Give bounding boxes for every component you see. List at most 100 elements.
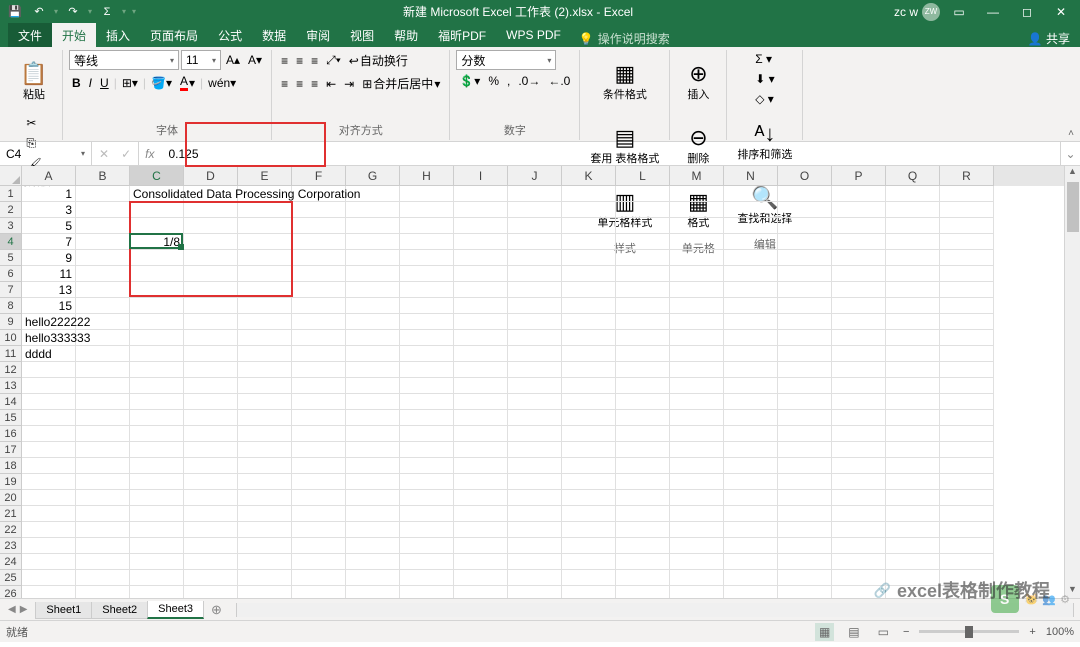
- cell-D20[interactable]: [184, 490, 238, 506]
- zoom-out-icon[interactable]: −: [903, 626, 909, 638]
- cell-A15[interactable]: [22, 410, 76, 426]
- column-header-I[interactable]: I: [454, 166, 508, 186]
- cell-E2[interactable]: [238, 202, 292, 218]
- cell-J17[interactable]: [508, 442, 562, 458]
- row-header-3[interactable]: 3: [0, 218, 22, 234]
- cell-I3[interactable]: [454, 218, 508, 234]
- cell-B4[interactable]: [76, 234, 130, 250]
- cell-G22[interactable]: [346, 522, 400, 538]
- cell-N22[interactable]: [724, 522, 778, 538]
- cell-D3[interactable]: [184, 218, 238, 234]
- decrease-decimal-icon[interactable]: ←.0: [545, 72, 573, 90]
- cell-Q5[interactable]: [886, 250, 940, 266]
- cell-B26[interactable]: [76, 586, 130, 598]
- cell-D6[interactable]: [184, 266, 238, 282]
- cell-N25[interactable]: [724, 570, 778, 586]
- cell-B17[interactable]: [76, 442, 130, 458]
- cell-K15[interactable]: [562, 410, 616, 426]
- cell-N26[interactable]: [724, 586, 778, 598]
- cell-E15[interactable]: [238, 410, 292, 426]
- cell-O17[interactable]: [778, 442, 832, 458]
- cell-J21[interactable]: [508, 506, 562, 522]
- cell-A8[interactable]: 15: [22, 298, 76, 314]
- cell-E5[interactable]: [238, 250, 292, 266]
- increase-indent-icon[interactable]: ⇥: [341, 75, 357, 93]
- cell-K19[interactable]: [562, 474, 616, 490]
- italic-button[interactable]: I: [86, 74, 95, 92]
- cell-F22[interactable]: [292, 522, 346, 538]
- cell-B3[interactable]: [76, 218, 130, 234]
- sheet-nav-next-icon[interactable]: ▶: [20, 604, 28, 615]
- cell-E18[interactable]: [238, 458, 292, 474]
- cell-H20[interactable]: [400, 490, 454, 506]
- cell-J26[interactable]: [508, 586, 562, 598]
- cell-E7[interactable]: [238, 282, 292, 298]
- cell-P15[interactable]: [832, 410, 886, 426]
- cell-O2[interactable]: [778, 202, 832, 218]
- cell-M4[interactable]: [670, 234, 724, 250]
- column-header-P[interactable]: P: [832, 166, 886, 186]
- row-header-17[interactable]: 17: [0, 442, 22, 458]
- cell-R16[interactable]: [940, 426, 994, 442]
- row-header-26[interactable]: 26: [0, 586, 22, 598]
- minimize-icon[interactable]: —: [978, 1, 1008, 23]
- cell-A7[interactable]: 13: [22, 282, 76, 298]
- cell-I1[interactable]: [454, 186, 508, 202]
- cell-P8[interactable]: [832, 298, 886, 314]
- cell-F21[interactable]: [292, 506, 346, 522]
- cell-F3[interactable]: [292, 218, 346, 234]
- cell-N24[interactable]: [724, 554, 778, 570]
- cell-L8[interactable]: [616, 298, 670, 314]
- cell-L5[interactable]: [616, 250, 670, 266]
- cell-K26[interactable]: [562, 586, 616, 598]
- cell-O20[interactable]: [778, 490, 832, 506]
- cell-M3[interactable]: [670, 218, 724, 234]
- cell-M5[interactable]: [670, 250, 724, 266]
- cell-G7[interactable]: [346, 282, 400, 298]
- enter-formula-icon[interactable]: ✓: [118, 147, 134, 161]
- cell-K4[interactable]: [562, 234, 616, 250]
- cell-J22[interactable]: [508, 522, 562, 538]
- cell-N16[interactable]: [724, 426, 778, 442]
- cell-L14[interactable]: [616, 394, 670, 410]
- sheet-tab-2[interactable]: Sheet2: [91, 602, 148, 619]
- cell-I13[interactable]: [454, 378, 508, 394]
- cell-F7[interactable]: [292, 282, 346, 298]
- column-header-R[interactable]: R: [940, 166, 994, 186]
- cell-L21[interactable]: [616, 506, 670, 522]
- cell-G18[interactable]: [346, 458, 400, 474]
- column-header-M[interactable]: M: [670, 166, 724, 186]
- fx-label[interactable]: fx: [139, 142, 160, 165]
- row-header-21[interactable]: 21: [0, 506, 22, 522]
- cell-O12[interactable]: [778, 362, 832, 378]
- cell-F19[interactable]: [292, 474, 346, 490]
- row-header-15[interactable]: 15: [0, 410, 22, 426]
- cell-K2[interactable]: [562, 202, 616, 218]
- column-header-Q[interactable]: Q: [886, 166, 940, 186]
- cell-I10[interactable]: [454, 330, 508, 346]
- user-avatar[interactable]: ZW: [922, 3, 940, 21]
- zoom-level[interactable]: 100%: [1046, 626, 1074, 638]
- vertical-scrollbar[interactable]: ▲ ▼: [1064, 166, 1080, 598]
- sort-filter-button[interactable]: ᴬ↓排序和筛选: [733, 110, 796, 172]
- cell-R7[interactable]: [940, 282, 994, 298]
- cell-D8[interactable]: [184, 298, 238, 314]
- cell-K9[interactable]: [562, 314, 616, 330]
- cell-I20[interactable]: [454, 490, 508, 506]
- cell-Q3[interactable]: [886, 218, 940, 234]
- cell-I25[interactable]: [454, 570, 508, 586]
- cell-I14[interactable]: [454, 394, 508, 410]
- cell-E6[interactable]: [238, 266, 292, 282]
- redo-icon[interactable]: ↷: [62, 1, 84, 23]
- cell-E26[interactable]: [238, 586, 292, 598]
- cell-N17[interactable]: [724, 442, 778, 458]
- column-header-G[interactable]: G: [346, 166, 400, 186]
- row-header-24[interactable]: 24: [0, 554, 22, 570]
- percent-format-icon[interactable]: %: [485, 72, 502, 90]
- cell-I9[interactable]: [454, 314, 508, 330]
- insert-cells-button[interactable]: ⊕插入: [676, 50, 720, 112]
- cell-L19[interactable]: [616, 474, 670, 490]
- cell-G9[interactable]: [346, 314, 400, 330]
- tell-me-search[interactable]: 💡 操作说明搜索: [571, 30, 678, 47]
- cell-K5[interactable]: [562, 250, 616, 266]
